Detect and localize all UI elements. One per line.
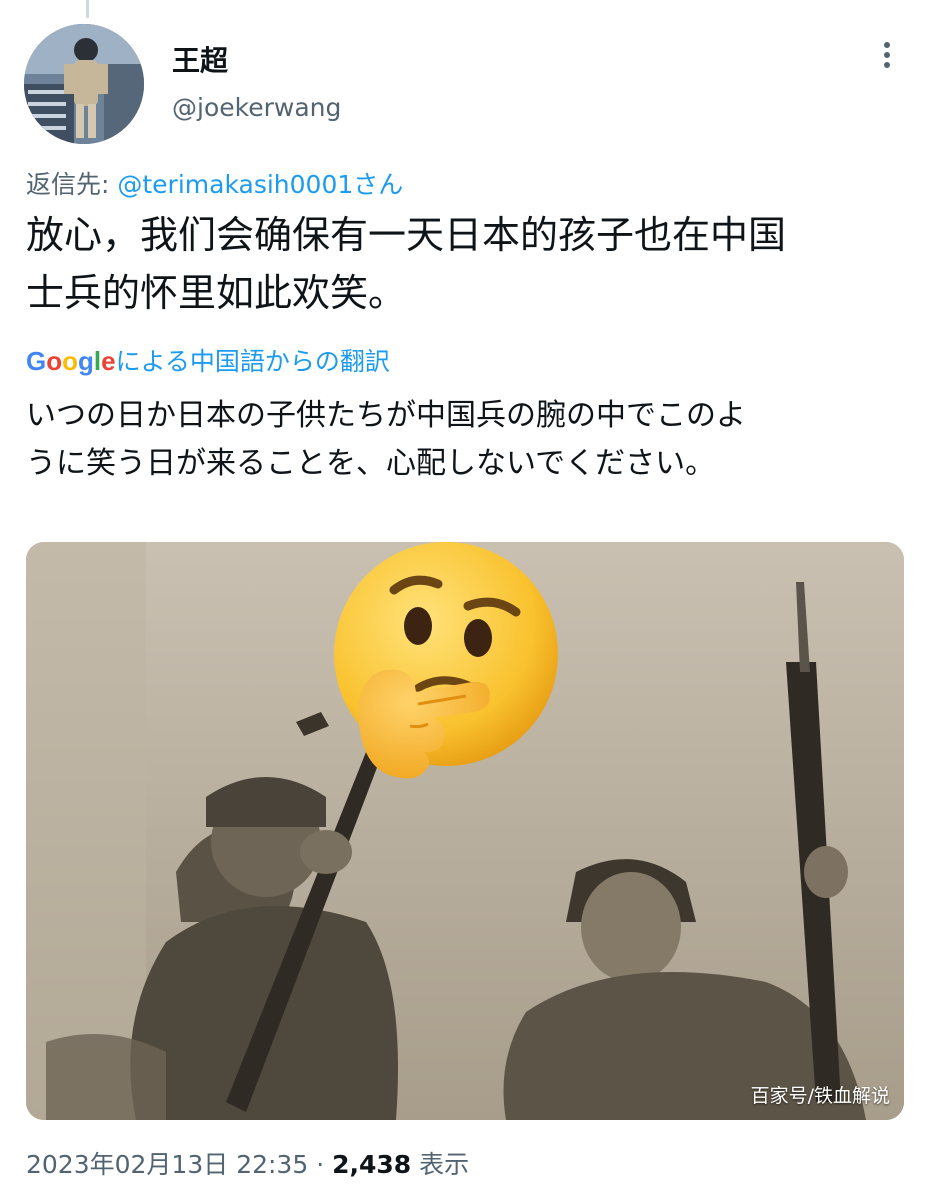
translation-label: による中国語からの翻訳 (115, 347, 390, 376)
tweet-timestamp[interactable]: 2023年02月13日 22:35 (26, 1150, 308, 1179)
google-logo: Google (26, 346, 116, 376)
translated-text-line: いつの日か日本の子供たちが中国兵の腕の中でこのよ (26, 398, 746, 433)
tweet-text-line: 士兵的怀里如此欢笑。 (26, 271, 407, 315)
reply-to-line: 返信先: @terimakasih0001さん (26, 168, 403, 202)
author-display-name[interactable]: 王超 (172, 44, 228, 78)
tweet-text: 放心，我们会确保有一天日本的孩子也在中国 士兵的怀里如此欢笑。 (26, 206, 906, 322)
tweet-text-line: 放心，我们会确保有一天日本的孩子也在中国 (26, 213, 787, 257)
more-options-icon[interactable] (872, 38, 902, 82)
tweet-meta: 2023年02月13日 22:35 · 2,438 表示 (26, 1148, 469, 1182)
media-watermark: 百家号/铁血解说 (750, 1085, 890, 1107)
translation-attribution[interactable]: Googleによる中国語からの翻訳 (26, 344, 390, 379)
thinking-face-emoji-icon (334, 542, 558, 779)
author-handle[interactable]: @joekerwang (172, 92, 341, 124)
thread-connector-line (86, 0, 89, 18)
views-label: 表示 (411, 1150, 470, 1179)
views-count: 2,438 (332, 1150, 412, 1179)
more-dot (884, 52, 890, 58)
avatar[interactable] (24, 24, 144, 144)
meta-separator: · (308, 1150, 333, 1179)
reply-mention-link[interactable]: @terimakasih0001さん (117, 170, 403, 199)
more-dot (884, 62, 890, 68)
translated-text-line: うに笑う日が来ることを、心配しないでください。 (26, 446, 716, 481)
reply-to-prefix: 返信先: (26, 170, 118, 199)
translated-text: いつの日か日本の子供たちが中国兵の腕の中でこのよ うに笑う日が来ることを、心配し… (26, 392, 906, 488)
avatar-image (24, 24, 144, 144)
more-dot (884, 42, 890, 48)
